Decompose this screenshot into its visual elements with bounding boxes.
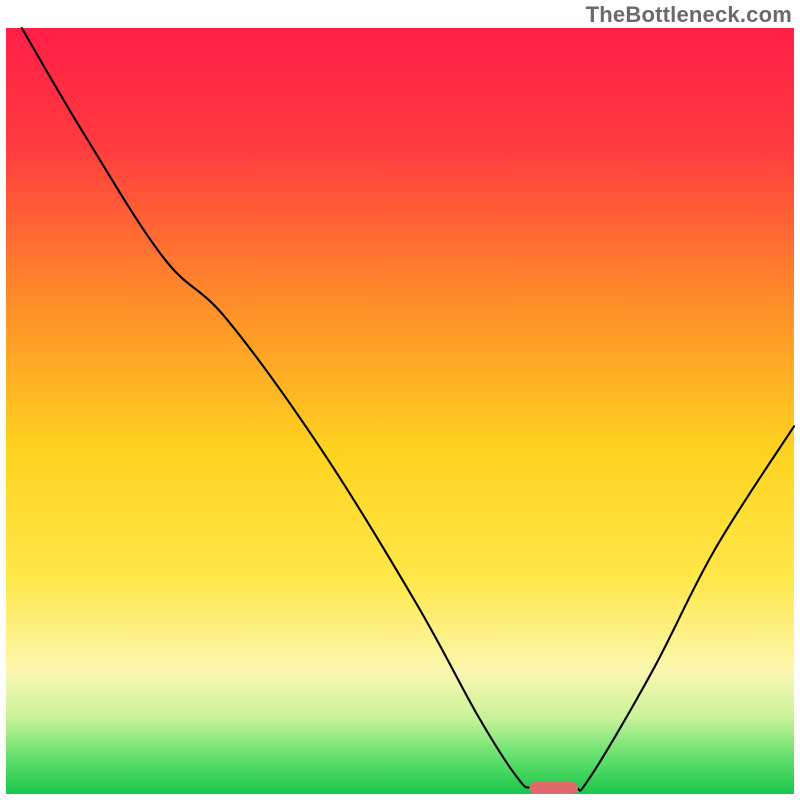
plot-background	[6, 28, 794, 794]
optimal-marker	[529, 782, 578, 794]
chart-frame: TheBottleneck.com	[0, 0, 800, 800]
bottleneck-chart	[0, 0, 800, 800]
watermark-text: TheBottleneck.com	[586, 2, 792, 28]
